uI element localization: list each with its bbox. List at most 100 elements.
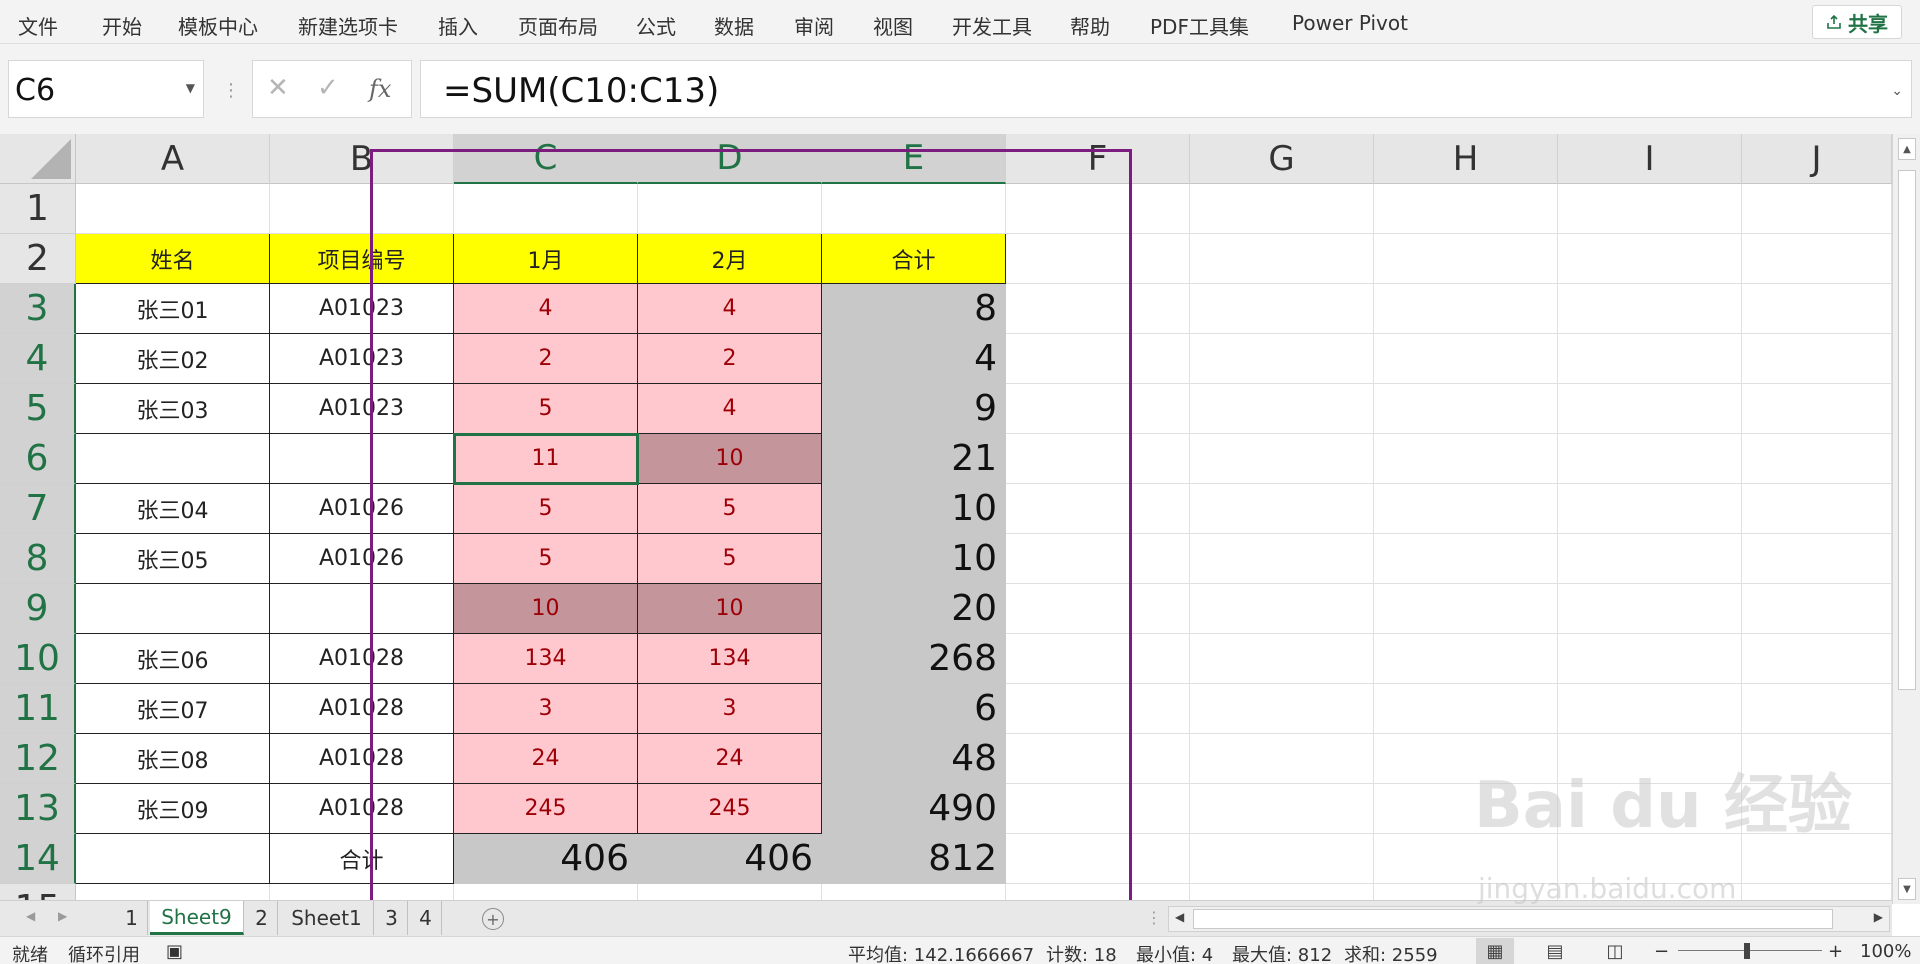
table-cell-feb[interactable]: 2 <box>638 334 822 384</box>
zoom-slider-knob[interactable] <box>1744 943 1750 959</box>
table-cell-name[interactable]: 张三07 <box>76 684 270 734</box>
menu-item-9[interactable]: 视图 <box>873 11 913 40</box>
row-header-9[interactable]: 9 <box>0 584 76 634</box>
table-cell-code[interactable]: A01023 <box>270 284 454 334</box>
column-header-b[interactable]: B <box>270 134 454 184</box>
table-cell-code[interactable]: A01028 <box>270 684 454 734</box>
table-cell-feb[interactable]: 5 <box>638 534 822 584</box>
page-layout-view-icon[interactable]: ▤ <box>1536 938 1574 964</box>
table-cell-empty[interactable] <box>76 834 270 884</box>
table-cell-name[interactable] <box>76 584 270 634</box>
menu-item-2[interactable]: 模板中心 <box>178 11 258 40</box>
table-cell-total[interactable]: 10 <box>822 484 1006 534</box>
table-cell-code[interactable]: A01028 <box>270 784 454 834</box>
table-cell-total[interactable]: 20 <box>822 584 1006 634</box>
table-cell-name[interactable]: 张三05 <box>76 534 270 584</box>
sheet-tab-3[interactable]: 3 <box>376 901 408 935</box>
chevron-down-icon[interactable]: ⌄ <box>1891 83 1903 99</box>
status-circular-reference[interactable]: 循环引用 <box>68 941 140 964</box>
menu-item-7[interactable]: 数据 <box>714 11 754 40</box>
table-cell-total[interactable]: 8 <box>822 284 1006 334</box>
table-cell-feb[interactable]: 5 <box>638 484 822 534</box>
menu-item-4[interactable]: 插入 <box>438 11 478 40</box>
table-cell-total[interactable]: 21 <box>822 434 1006 484</box>
column-header-d[interactable]: D <box>638 134 822 184</box>
table-cell-total[interactable]: 9 <box>822 384 1006 434</box>
table-cell-feb[interactable]: 3 <box>638 684 822 734</box>
menu-item-3[interactable]: 新建选项卡 <box>298 11 398 40</box>
horizontal-scroll-thumb[interactable] <box>1193 909 1833 929</box>
table-cell-name[interactable]: 张三04 <box>76 484 270 534</box>
table-cell-name[interactable]: 张三02 <box>76 334 270 384</box>
column-header-h[interactable]: H <box>1374 134 1558 184</box>
table-header-cell[interactable]: 1月 <box>454 234 638 284</box>
row-header-2[interactable]: 2 <box>0 234 76 284</box>
table-cell-code[interactable]: A01026 <box>270 484 454 534</box>
sheet-tab-2[interactable]: 2 <box>246 901 278 935</box>
table-cell-jan[interactable]: 5 <box>454 384 638 434</box>
menu-item-6[interactable]: 公式 <box>636 11 676 40</box>
table-cell-total[interactable]: 4 <box>822 334 1006 384</box>
table-cell-code[interactable]: A01026 <box>270 534 454 584</box>
zoom-slider[interactable] <box>1678 950 1822 951</box>
table-cell-code[interactable]: A01023 <box>270 384 454 434</box>
sheet-tab-sheet9[interactable]: Sheet9 <box>150 901 244 935</box>
menu-item-10[interactable]: 开发工具 <box>952 11 1032 40</box>
check-icon[interactable]: ✓ <box>317 73 339 103</box>
chevron-down-icon[interactable]: ▼ <box>186 81 195 95</box>
table-cell-jan[interactable]: 3 <box>454 684 638 734</box>
row-header-4[interactable]: 4 <box>0 334 76 384</box>
table-cell-total[interactable]: 6 <box>822 684 1006 734</box>
cancel-icon[interactable]: ✕ <box>267 73 289 103</box>
vertical-scroll-thumb[interactable] <box>1898 170 1916 690</box>
table-cell-name[interactable]: 张三06 <box>76 634 270 684</box>
sheet-tab-sheet1[interactable]: Sheet1 <box>280 901 374 935</box>
select-all-corner[interactable] <box>0 134 76 184</box>
insert-function-icon[interactable]: fx <box>369 75 391 103</box>
formula-input[interactable]: =SUM(C10:C13) ⌄ <box>420 60 1912 118</box>
column-header-e[interactable]: E <box>822 134 1006 184</box>
share-button[interactable]: 共享 <box>1812 5 1902 39</box>
column-header-a[interactable]: A <box>76 134 270 184</box>
table-cell-name[interactable]: 张三01 <box>76 284 270 334</box>
horizontal-scrollbar[interactable]: ◀ ▶ <box>1168 906 1890 932</box>
row-header-3[interactable]: 3 <box>0 284 76 334</box>
row-header-7[interactable]: 7 <box>0 484 76 534</box>
table-footer-jan[interactable]: 406 <box>454 834 638 884</box>
row-header-14[interactable]: 14 <box>0 834 76 884</box>
menu-item-13[interactable]: Power Pivot <box>1292 11 1408 35</box>
menu-item-11[interactable]: 帮助 <box>1070 11 1110 40</box>
table-cell-code[interactable] <box>270 434 454 484</box>
menu-item-0[interactable]: 文件 <box>18 11 58 40</box>
row-header-11[interactable]: 11 <box>0 684 76 734</box>
table-cell-feb[interactable]: 4 <box>638 284 822 334</box>
table-cell-total[interactable]: 490 <box>822 784 1006 834</box>
zoom-level[interactable]: 100% <box>1860 941 1911 962</box>
table-cell-feb[interactable]: 134 <box>638 634 822 684</box>
row-header-15[interactable]: 15 <box>0 884 76 900</box>
table-footer-label[interactable]: 合计 <box>270 834 454 884</box>
scroll-up-icon[interactable]: ▲ <box>1898 138 1916 160</box>
table-header-cell[interactable]: 姓名 <box>76 234 270 284</box>
table-cell-feb[interactable]: 10 <box>638 584 822 634</box>
table-cell-name[interactable] <box>76 434 270 484</box>
table-cell-code[interactable] <box>270 584 454 634</box>
row-header-13[interactable]: 13 <box>0 784 76 834</box>
table-cell-jan[interactable]: 10 <box>454 584 638 634</box>
table-cell-code[interactable]: A01028 <box>270 734 454 784</box>
add-sheet-button[interactable]: + <box>482 908 504 930</box>
row-header-10[interactable]: 10 <box>0 634 76 684</box>
table-cell-total[interactable]: 10 <box>822 534 1006 584</box>
prev-sheet-icon[interactable]: ◀ <box>26 909 35 923</box>
table-cell-feb[interactable]: 10 <box>638 434 822 484</box>
table-footer-feb[interactable]: 406 <box>638 834 822 884</box>
column-header-c[interactable]: C <box>454 134 638 184</box>
menu-item-5[interactable]: 页面布局 <box>518 11 598 40</box>
table-cell-jan[interactable]: 134 <box>454 634 638 684</box>
row-header-12[interactable]: 12 <box>0 734 76 784</box>
table-cell-name[interactable]: 张三03 <box>76 384 270 434</box>
table-header-cell[interactable]: 2月 <box>638 234 822 284</box>
table-cell-name[interactable]: 张三08 <box>76 734 270 784</box>
page-break-view-icon[interactable]: ◫ <box>1596 938 1634 964</box>
table-cell-code[interactable]: A01028 <box>270 634 454 684</box>
